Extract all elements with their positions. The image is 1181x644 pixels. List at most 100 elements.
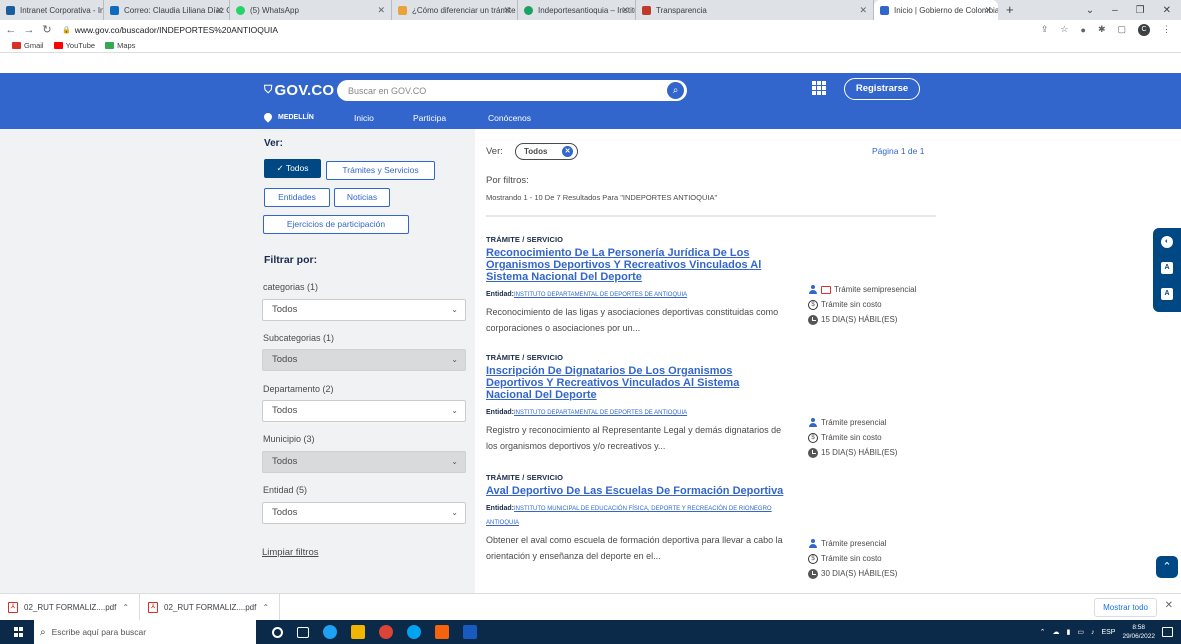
nav-conocenos[interactable]: Conócenos [488, 113, 531, 123]
browser-tab-tramite[interactable]: ¿Cómo diferenciar un trámite de ✕ [392, 0, 518, 20]
location-label[interactable]: MEDELLÍN [278, 114, 314, 121]
forward-icon[interactable]: → [22, 24, 36, 36]
profile-avatar[interactable]: C [1138, 23, 1150, 36]
share-icon[interactable]: ⇪ [1041, 24, 1049, 35]
chevron-up-icon[interactable]: ⌃ [122, 603, 129, 612]
close-icon[interactable]: ✕ [859, 5, 867, 16]
browser-tab-intranet[interactable]: Intranet Corporativa - Inicio [0, 0, 104, 20]
maximize-icon[interactable]: ❐ [1136, 5, 1145, 16]
reload-icon[interactable]: ↻ [40, 23, 54, 36]
pdf-file-icon: ⅄ [148, 601, 159, 613]
extension-icon[interactable]: ● [1081, 25, 1086, 35]
download-item[interactable]: ⅄ 02_RUT FORMALIZ....pdf ⌃ [140, 593, 281, 621]
ver-title: Ver: [264, 138, 283, 149]
word-icon[interactable] [463, 625, 477, 639]
govco-logo[interactable]: ⛉ GOV.CO [264, 82, 334, 99]
cortana-icon[interactable] [272, 626, 283, 638]
bookmark-label: YouTube [65, 41, 96, 50]
result-meta: Trámite presencial $ Trámite sin costo 3… [808, 537, 897, 580]
outlook-favicon-icon [110, 5, 119, 15]
clock-icon [808, 568, 818, 579]
browser-tab-transparencia[interactable]: Transparencia ✕ [636, 0, 874, 20]
filter-select-departamento[interactable]: Todos ⌄ [262, 400, 466, 422]
filter-select-municipio[interactable]: Todos ⌄ [262, 451, 466, 473]
entity-link[interactable]: INSTITUTO DEPARTAMENTAL DE DEPORTES DE A… [514, 410, 687, 416]
browser-tab-whatsapp[interactable]: (5) WhatsApp ✕ [230, 0, 392, 20]
close-icon[interactable]: ✕ [377, 5, 385, 16]
url-text: www.gov.co/buscador/INDEPORTES%20ANTIOQU… [74, 24, 279, 35]
address-bar[interactable]: 🔒 www.gov.co/buscador/INDEPORTES%20ANTIO… [62, 25, 278, 35]
select-value: Todos [272, 507, 298, 518]
language-indicator[interactable]: ESP [1101, 629, 1115, 636]
back-icon[interactable]: ← [4, 24, 18, 36]
clock-date: 29/06/2022 [1122, 633, 1155, 640]
chrome-icon[interactable] [379, 625, 393, 639]
chip-ejercicios-participacion[interactable]: Ejercicios de participación [263, 215, 409, 234]
filter-select-categorias[interactable]: Todos ⌄ [262, 299, 466, 321]
battery-icon[interactable]: ▮ [1066, 628, 1070, 636]
task-view-icon[interactable] [297, 626, 309, 638]
menu-dots-icon[interactable]: ⋮ [1162, 24, 1171, 35]
network-icon[interactable]: ▭ [1077, 628, 1084, 636]
windows-start-icon[interactable] [14, 627, 24, 637]
bookmark-gmail[interactable]: Gmail [12, 41, 44, 50]
apps-grid-icon[interactable] [812, 81, 826, 95]
puzzle-icon[interactable]: ✱ [1098, 24, 1106, 35]
close-icon[interactable]: ✕ [503, 5, 511, 16]
tab-search-icon[interactable]: ⌄ [1086, 5, 1094, 16]
browser-tab-govco[interactable]: Inicio | Gobierno de Colombia ✕ [874, 0, 998, 20]
notification-icon[interactable] [1162, 627, 1173, 637]
result-type: TRÁMITE / SERVICIO [486, 353, 564, 362]
download-item[interactable]: ⅄ 02_RUT FORMALIZ....pdf ⌃ [0, 593, 141, 621]
close-window-icon[interactable]: ✕ [1163, 5, 1171, 16]
increase-font-icon[interactable]: A [1161, 288, 1173, 300]
taskbar-search[interactable]: ⌕ Escribe aquí para buscar [34, 620, 256, 644]
bookmark-youtube[interactable]: YouTube [53, 41, 96, 50]
remove-filter-icon[interactable]: ✕ [562, 146, 573, 157]
close-icon[interactable]: ✕ [215, 5, 223, 16]
result-title-link[interactable]: Inscripción De Dignatarios De Los Organi… [486, 365, 786, 401]
browser-tab-indeportes[interactable]: Indeportesantioquia – Instituto ✕ [518, 0, 636, 20]
result-title-link[interactable]: Reconocimiento De La Personería Jurídica… [486, 247, 786, 283]
volume-icon[interactable]: ♪ [1091, 629, 1095, 636]
nav-participa[interactable]: Participa [413, 113, 446, 123]
decrease-font-icon[interactable]: A [1161, 262, 1173, 274]
meta-time: 15 DIA(S) HÁBIL(ES) [808, 446, 897, 459]
taskbar-apps [272, 625, 477, 639]
new-tab-button[interactable]: + [998, 0, 1022, 20]
entity-link[interactable]: INSTITUTO MUNICIPAL DE EDUCACIÓN FÍSICA,… [486, 506, 772, 526]
register-button[interactable]: Registrarse [844, 78, 920, 100]
chip-entidades[interactable]: Entidades [264, 188, 330, 207]
tray-chevron-up-icon[interactable]: ⌃ [1040, 628, 1046, 636]
collab-icon[interactable] [407, 625, 421, 639]
result-title-link[interactable]: Aval Deportivo De Las Escuelas De Formac… [486, 485, 786, 497]
back-to-top-button[interactable]: ⌃ [1156, 556, 1178, 578]
search-icon[interactable]: ⌕ [667, 82, 684, 99]
browser-tab-outlook[interactable]: Correo: Claudia Liliana Díaz Osc ✕ [104, 0, 230, 20]
chip-tramites-servicios[interactable]: Trámites y Servicios [326, 161, 435, 180]
close-icon[interactable]: ✕ [984, 5, 992, 16]
app-plus-icon[interactable] [435, 625, 449, 639]
bookmark-maps[interactable]: Maps [105, 41, 135, 50]
entity-link[interactable]: INSTITUTO DEPARTAMENTAL DE DEPORTES DE A… [514, 292, 687, 298]
chip-noticias[interactable]: Noticias [334, 188, 390, 207]
edge-icon[interactable] [323, 625, 337, 639]
file-explorer-icon[interactable] [351, 625, 365, 639]
chevron-up-icon[interactable]: ⌃ [262, 603, 269, 612]
chip-todos[interactable]: ✓ Todos [264, 159, 321, 178]
site-search-input[interactable] [348, 83, 648, 98]
close-icon[interactable]: ✕ [621, 5, 629, 16]
clear-filters-link[interactable]: Limpiar filtros [262, 547, 319, 558]
cloud-icon[interactable]: ☁ [1052, 628, 1059, 636]
taskbar-clock[interactable]: 8:58 29/06/2022 [1122, 623, 1155, 641]
sidepanel-icon[interactable]: ▢ [1117, 24, 1126, 35]
contrast-icon[interactable]: ◐ [1161, 236, 1173, 248]
filter-select-subcategorias[interactable]: Todos ⌄ [262, 349, 466, 371]
transparencia-favicon-icon [642, 5, 651, 15]
show-all-downloads-button[interactable]: Mostrar todo [1094, 598, 1157, 617]
bookmark-star-icon[interactable]: ☆ [1060, 24, 1068, 35]
close-icon[interactable]: ✕ [1165, 600, 1173, 611]
minimize-icon[interactable]: – [1112, 5, 1118, 16]
nav-inicio[interactable]: Inicio [354, 113, 374, 123]
filter-select-entidad[interactable]: Todos ⌄ [262, 502, 466, 524]
